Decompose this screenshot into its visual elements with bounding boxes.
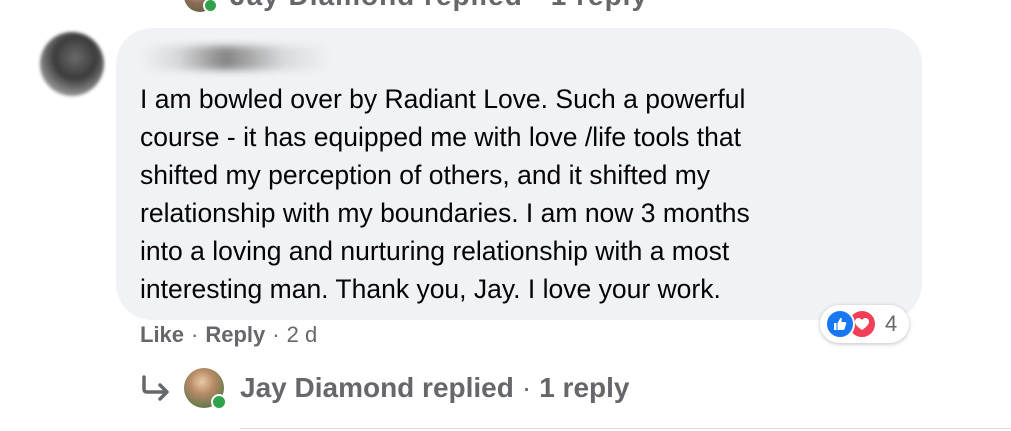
view-replies-link[interactable]: Jay Diamond replied · 1 reply	[240, 372, 629, 404]
comment-thread: Jay Diamond replied · 1 reply I am bowle…	[0, 0, 1011, 431]
view-replies-row[interactable]: Jay Diamond replied · 1 reply	[140, 364, 629, 412]
comment-actions: Like · Reply · 2 d	[140, 322, 317, 348]
commenter-name-redacted[interactable]	[140, 46, 330, 70]
reply-author-avatar[interactable]	[184, 0, 218, 13]
previous-reply-row[interactable]: Jay Diamond replied · 1 reply	[184, 0, 648, 13]
online-status-dot	[203, 0, 218, 13]
reply-button[interactable]: Reply	[205, 322, 265, 348]
divider	[240, 428, 1011, 429]
online-status-dot	[211, 394, 227, 410]
reply-count-text[interactable]: 1 reply	[539, 372, 629, 403]
reactions-summary[interactable]: 4	[820, 305, 910, 343]
like-button[interactable]: Like	[140, 322, 184, 348]
replier-name-text[interactable]: Jay Diamond replied	[240, 372, 514, 403]
like-icon	[825, 309, 855, 339]
comment-timestamp[interactable]: 2 d	[287, 322, 318, 348]
commenter-avatar[interactable]	[40, 32, 104, 96]
separator-dot: ·	[521, 372, 532, 403]
reactions-count: 4	[885, 311, 898, 336]
separator-dot: ·	[191, 322, 199, 347]
reply-arrow-icon	[142, 375, 169, 401]
comment-body: I am bowled over by Radiant Love. Such a…	[140, 84, 750, 304]
separator-dot: ·	[272, 322, 280, 347]
previous-reply-text[interactable]: Jay Diamond replied · 1 reply	[230, 0, 648, 12]
replier-avatar[interactable]	[184, 368, 227, 410]
